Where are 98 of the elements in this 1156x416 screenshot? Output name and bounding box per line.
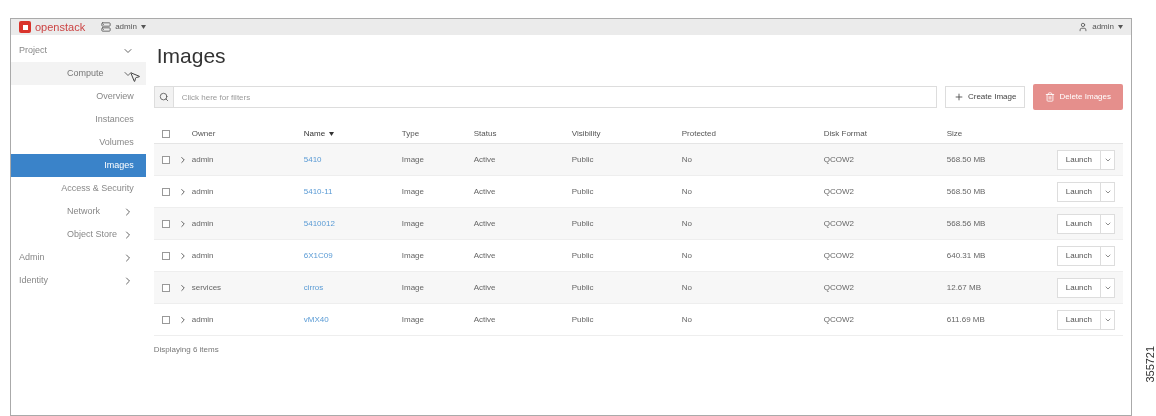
table-cell-text: No: [681, 281, 693, 294]
table-cell-text: Active: [473, 281, 497, 294]
table-cell-text: Active: [473, 249, 497, 262]
image-name-link[interactable]: vMX40: [303, 313, 402, 326]
table-cell-text: Public: [571, 185, 595, 198]
table-cell-text: admin: [191, 249, 215, 262]
table-cell-text: 568.56 MB: [946, 217, 987, 230]
figure-number: 355721: [1143, 345, 1156, 383]
sidebar-item[interactable]: Access & Security: [11, 177, 146, 200]
table-cell-text: No: [681, 185, 693, 198]
table-cell-text: 640.31 MB: [946, 249, 987, 262]
table-cell-text: Active: [473, 217, 497, 230]
table-cell-text: Image: [401, 281, 425, 294]
column-header[interactable]: Protected: [681, 127, 716, 140]
column-header[interactable]: Visibility: [571, 127, 601, 140]
project-menu[interactable]: admin: [101, 21, 146, 33]
table-cell-text: Public: [571, 217, 595, 230]
table-cell-text: Image: [401, 185, 425, 198]
sidebar-item[interactable]: Overview: [11, 85, 146, 108]
table-cell-text: No: [681, 217, 693, 230]
launch-button[interactable]: Launch: [1056, 149, 1101, 170]
user-menu[interactable]: admin: [1078, 21, 1123, 33]
sidebar-item[interactable]: Instances: [11, 108, 146, 131]
sidebar-item[interactable]: Project: [11, 39, 146, 62]
caret-icon: [1118, 25, 1123, 29]
search-field[interactable]: Click here for filters: [173, 86, 937, 108]
table-cell-text: admin: [191, 313, 215, 326]
table-cell-text: QCOW2: [823, 217, 855, 230]
table-cell-text: QCOW2: [823, 185, 855, 198]
launch-button[interactable]: Launch: [1056, 213, 1101, 234]
sidebar-item[interactable]: Identity: [11, 269, 146, 292]
table-cell-text: No: [681, 249, 693, 262]
image-name-link[interactable]: cirros: [303, 281, 402, 294]
server-icon: [101, 22, 112, 32]
table-cell-text: Image: [401, 249, 425, 262]
sidebar-item[interactable]: Volumes: [11, 131, 146, 154]
table-cell-text: Public: [571, 153, 595, 166]
user-icon: [1078, 22, 1089, 32]
table-cell-text: QCOW2: [823, 313, 855, 326]
logo-icon: [19, 21, 31, 33]
create-image-button[interactable]: Create Image: [944, 86, 1026, 108]
table-cell-text: QCOW2: [823, 281, 855, 294]
sidebar-item[interactable]: Object Store: [11, 223, 146, 246]
table-cell-text: 568.50 MB: [946, 185, 987, 198]
table-cell-text: services: [191, 281, 223, 294]
column-header[interactable]: Owner: [191, 127, 216, 140]
table-cell-text: 12.67 MB: [946, 281, 982, 294]
launch-button[interactable]: Launch: [1056, 181, 1101, 202]
row-checkbox[interactable]: [161, 251, 170, 260]
row-checkbox[interactable]: [161, 187, 170, 196]
page-title: Images: [156, 45, 227, 66]
row-checkbox[interactable]: [161, 219, 170, 228]
table-cell-text: QCOW2: [823, 153, 855, 166]
select-all-checkbox[interactable]: [161, 129, 170, 138]
image-name-link[interactable]: 5410012: [303, 217, 402, 230]
item-count: Displaying 6 items: [153, 344, 220, 356]
row-checkbox[interactable]: [161, 315, 170, 324]
table-cell-text: Image: [401, 217, 425, 230]
table-cell-text: admin: [191, 185, 215, 198]
table-cell-text: No: [681, 313, 693, 326]
plus-icon: [953, 92, 964, 102]
image-name-link[interactable]: 6X1C09: [303, 249, 402, 262]
table-cell-text: admin: [191, 217, 215, 230]
table-cell-text: Public: [571, 281, 595, 294]
column-header[interactable]: Disk Format: [823, 127, 867, 140]
image-name-link[interactable]: 5410-11: [303, 185, 402, 198]
table-cell-text: Image: [401, 153, 425, 166]
table-cell-text: 568.50 MB: [946, 153, 987, 166]
caret-icon: [140, 25, 146, 29]
launch-button[interactable]: Launch: [1056, 245, 1101, 266]
table-cell-text: admin: [191, 153, 215, 166]
table-cell-text: Active: [473, 185, 497, 198]
sidebar-item[interactable]: Compute: [11, 62, 146, 85]
table-cell-text: Active: [473, 153, 497, 166]
launch-button[interactable]: Launch: [1056, 277, 1101, 298]
sidebar-item[interactable]: Admin: [11, 246, 146, 269]
caret-icon: [329, 131, 335, 136]
table-cell-text: Public: [571, 313, 595, 326]
table-cell-text: Active: [473, 313, 497, 326]
row-checkbox[interactable]: [161, 155, 170, 164]
image-name-link[interactable]: 5410: [303, 153, 402, 166]
table-cell-text: Public: [571, 249, 595, 262]
column-header[interactable]: Name: [303, 127, 335, 140]
cursor-icon: [129, 71, 141, 83]
table-cell-text: Image: [401, 313, 425, 326]
launch-button[interactable]: Launch: [1056, 309, 1101, 330]
table-cell-text: 611.69 MB: [946, 313, 986, 326]
sidebar-item[interactable]: Network: [11, 200, 146, 223]
column-header[interactable]: Status: [473, 127, 497, 140]
brand-name: openstack: [35, 21, 86, 33]
table-cell-text: QCOW2: [823, 249, 855, 262]
row-checkbox[interactable]: [161, 283, 170, 292]
search-icon: [158, 92, 169, 102]
trash-icon: [1045, 92, 1056, 102]
column-header[interactable]: Type: [401, 127, 420, 140]
sidebar-item[interactable]: Images: [11, 154, 146, 177]
column-header[interactable]: Size: [946, 127, 963, 140]
table-cell-text: No: [681, 153, 693, 166]
